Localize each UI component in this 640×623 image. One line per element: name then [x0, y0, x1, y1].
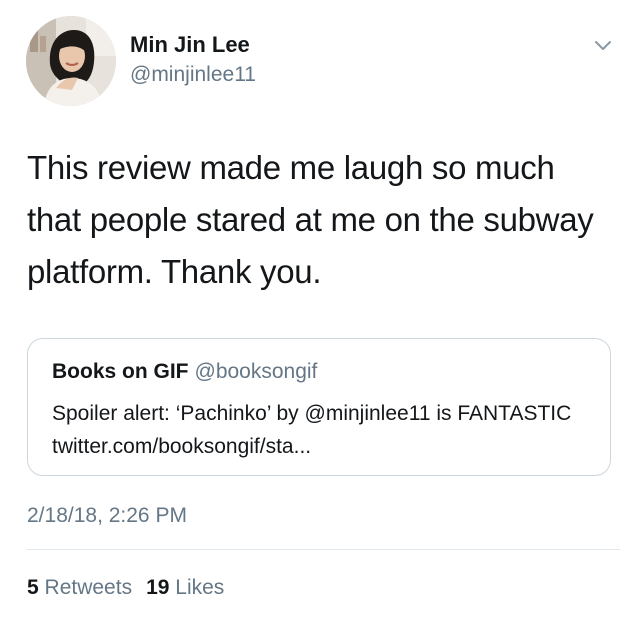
profile-photo-icon	[26, 16, 116, 106]
engagement-stats: 5 Retweets 19 Likes	[27, 575, 224, 601]
retweets-count: 5	[27, 576, 39, 599]
avatar[interactable]	[26, 16, 116, 106]
quoted-tweet-text: Spoiler alert: ‘Pachinko’ by @minjinlee1…	[52, 402, 572, 458]
likes-label: Likes	[175, 576, 225, 599]
quoted-author-handle: @booksongif	[194, 360, 318, 383]
chevron-down-icon[interactable]	[592, 34, 614, 56]
tweet-text: This review made me laugh so much that p…	[27, 149, 594, 290]
retweets-stat[interactable]: 5 Retweets	[27, 575, 132, 601]
tweet-card: Min Jin Lee @minjinlee11 This review mad…	[0, 0, 640, 623]
author-name[interactable]: Min Jin Lee	[130, 32, 250, 58]
author-handle[interactable]: @minjinlee11	[130, 62, 256, 88]
likes-stat[interactable]: 19 Likes	[146, 575, 224, 601]
quoted-author-name: Books on GIF	[52, 360, 189, 383]
quoted-tweet[interactable]: Books on GIF @booksongif Spoiler alert: ‘…	[27, 338, 611, 476]
divider	[27, 549, 620, 550]
likes-count: 19	[146, 576, 170, 599]
quoted-tweet-header: Books on GIF @booksongif	[52, 359, 317, 385]
timestamp[interactable]: 2/18/18, 2:26 PM	[27, 503, 187, 529]
retweets-label: Retweets	[44, 576, 133, 599]
